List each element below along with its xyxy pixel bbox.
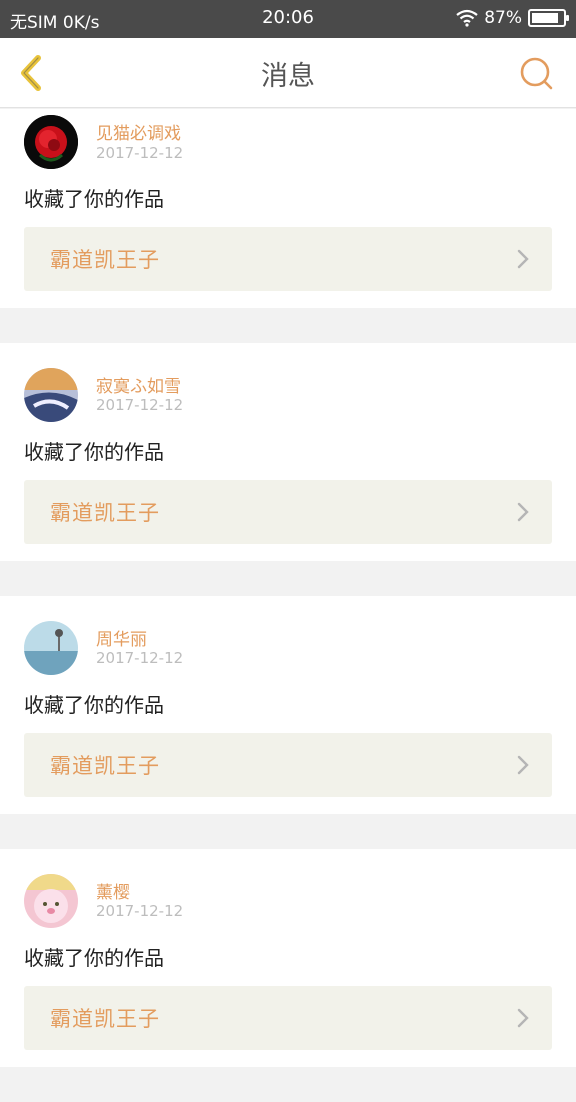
status-right: 87% [456, 8, 569, 28]
chevron-right-icon [517, 502, 529, 522]
username[interactable]: 周华丽 [96, 625, 147, 650]
work-link[interactable]: 霸道凯王子 [24, 986, 552, 1050]
chevron-right-icon [517, 755, 529, 775]
username[interactable]: 薰樱 [96, 878, 130, 903]
message-text: 收藏了你的作品 [24, 693, 164, 717]
message-card: 薰樱 2017-12-12 收藏了你的作品 霸道凯王子 [0, 849, 576, 1067]
sea-avatar-image [24, 621, 78, 675]
battery-percent: 87% [484, 8, 522, 28]
work-link[interactable]: 霸道凯王子 [24, 733, 552, 797]
chevron-right-icon [517, 1008, 529, 1028]
bear-avatar-image [24, 874, 78, 928]
wifi-icon [456, 9, 478, 27]
username[interactable]: 寂寞ふ如雪 [96, 372, 181, 397]
work-title: 霸道凯王子 [50, 754, 160, 778]
message-text: 收藏了你的作品 [24, 946, 164, 970]
rose-avatar-image [24, 115, 78, 169]
status-bar: 无SIM 0K/s 20:06 87% [0, 0, 576, 38]
message-card: 周华丽 2017-12-12 收藏了你的作品 霸道凯王子 [0, 596, 576, 814]
battery-icon [528, 9, 569, 27]
chevron-right-icon [517, 249, 529, 269]
work-title: 霸道凯王子 [50, 248, 160, 272]
avatar[interactable] [24, 368, 78, 422]
avatar[interactable] [24, 874, 78, 928]
message-date: 2017-12-12 [96, 144, 184, 162]
message-date: 2017-12-12 [96, 902, 184, 920]
nav-bar: 消息 [0, 38, 576, 108]
battery-fill [532, 13, 559, 23]
search-icon[interactable] [518, 55, 556, 93]
work-link[interactable]: 霸道凯王子 [24, 480, 552, 544]
snow-avatar-image [24, 368, 78, 422]
work-title: 霸道凯王子 [50, 1007, 160, 1031]
work-title: 霸道凯王子 [50, 501, 160, 525]
message-text: 收藏了你的作品 [24, 187, 164, 211]
message-card: 寂寞ふ如雪 2017-12-12 收藏了你的作品 霸道凯王子 [0, 343, 576, 561]
message-date: 2017-12-12 [96, 396, 184, 414]
avatar[interactable] [24, 115, 78, 169]
username[interactable]: 见猫必调戏 [96, 119, 181, 144]
message-card: 见猫必调戏 2017-12-12 收藏了你的作品 霸道凯王子 [0, 109, 576, 308]
message-text: 收藏了你的作品 [24, 440, 164, 464]
avatar[interactable] [24, 621, 78, 675]
message-date: 2017-12-12 [96, 649, 184, 667]
page-title: 消息 [261, 61, 315, 92]
message-list: 见猫必调戏 2017-12-12 收藏了你的作品 霸道凯王子 寂寞ふ如雪 201… [0, 109, 576, 1102]
work-link[interactable]: 霸道凯王子 [24, 227, 552, 291]
